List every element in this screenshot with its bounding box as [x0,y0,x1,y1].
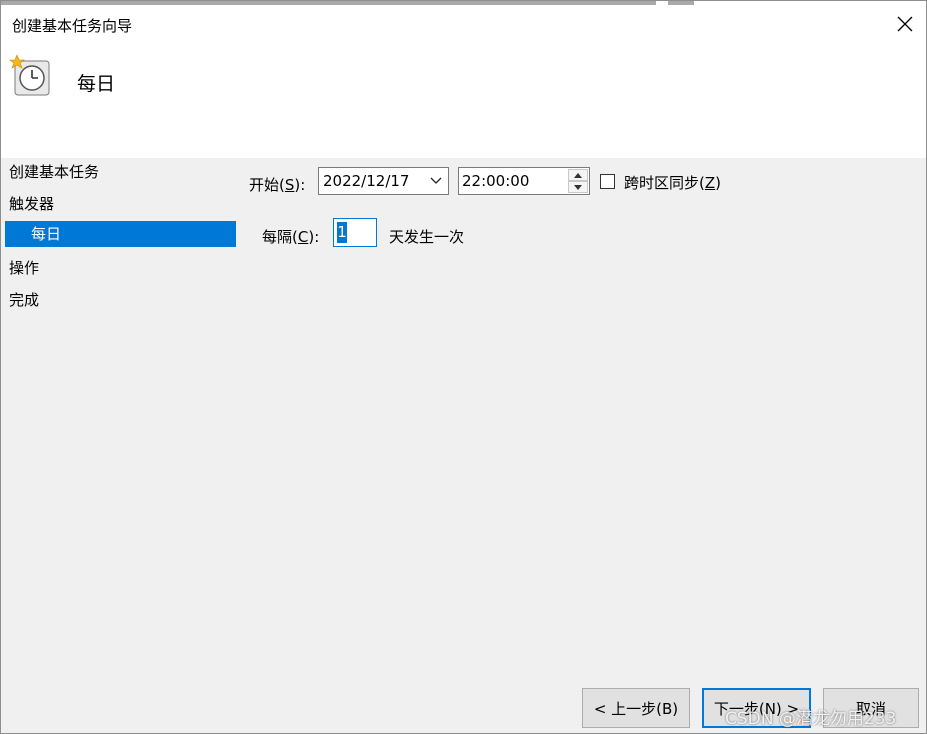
nav-item-action[interactable]: 操作 [9,257,39,278]
nav-item-create-basic-task[interactable]: 创建基本任务 [9,161,99,182]
start-time-field[interactable]: 22:00:00 [458,167,590,195]
chevron-down-icon [430,177,442,184]
close-button[interactable] [890,9,920,39]
start-time-value: 22:00:00 [462,172,530,190]
wizard-window: 创建基本任务向导 每日 创建基本任务 触发器 每日 操作 完成 开始(S): 2… [0,0,927,734]
spin-down-button[interactable] [568,181,588,193]
sync-timezones-checkbox[interactable] [600,174,615,189]
nav-item-daily[interactable]: 每日 [5,221,236,247]
spin-up-button[interactable] [568,169,588,181]
time-spinner [568,169,588,193]
cancel-button[interactable]: 取消 [823,688,919,728]
recur-label: 每隔(C): [262,228,320,246]
page-title: 每日 [77,73,116,95]
back-button[interactable]: < 上一步(B) [582,688,690,728]
triangle-down-icon [574,184,582,190]
next-button[interactable]: 下一步(N) > [702,688,811,728]
triangle-up-icon [574,172,582,178]
close-icon [897,16,913,32]
clock-icon [9,54,50,96]
sync-timezones-label: 跨时区同步(Z) [624,174,721,192]
wizard-nav: 创建基本任务 触发器 每日 操作 完成 [1,158,241,733]
start-date-value: 2022/12/17 [323,172,410,190]
start-label: 开始(S): [249,176,306,194]
nav-item-trigger[interactable]: 触发器 [9,193,54,214]
title-bar: 创建基本任务向导 [1,5,926,41]
window-title: 创建基本任务向导 [12,17,133,35]
trigger-settings: 开始(S): 2022/12/17 22:00:00 跨时区同步(Z) 每隔(C… [241,158,926,733]
start-date-picker[interactable]: 2022/12/17 [318,167,449,195]
recur-suffix-text: 天发生一次 [389,228,465,246]
nav-item-finish[interactable]: 完成 [9,289,39,310]
recur-days-value: 1 [337,222,347,243]
recur-days-input[interactable]: 1 [333,218,377,247]
